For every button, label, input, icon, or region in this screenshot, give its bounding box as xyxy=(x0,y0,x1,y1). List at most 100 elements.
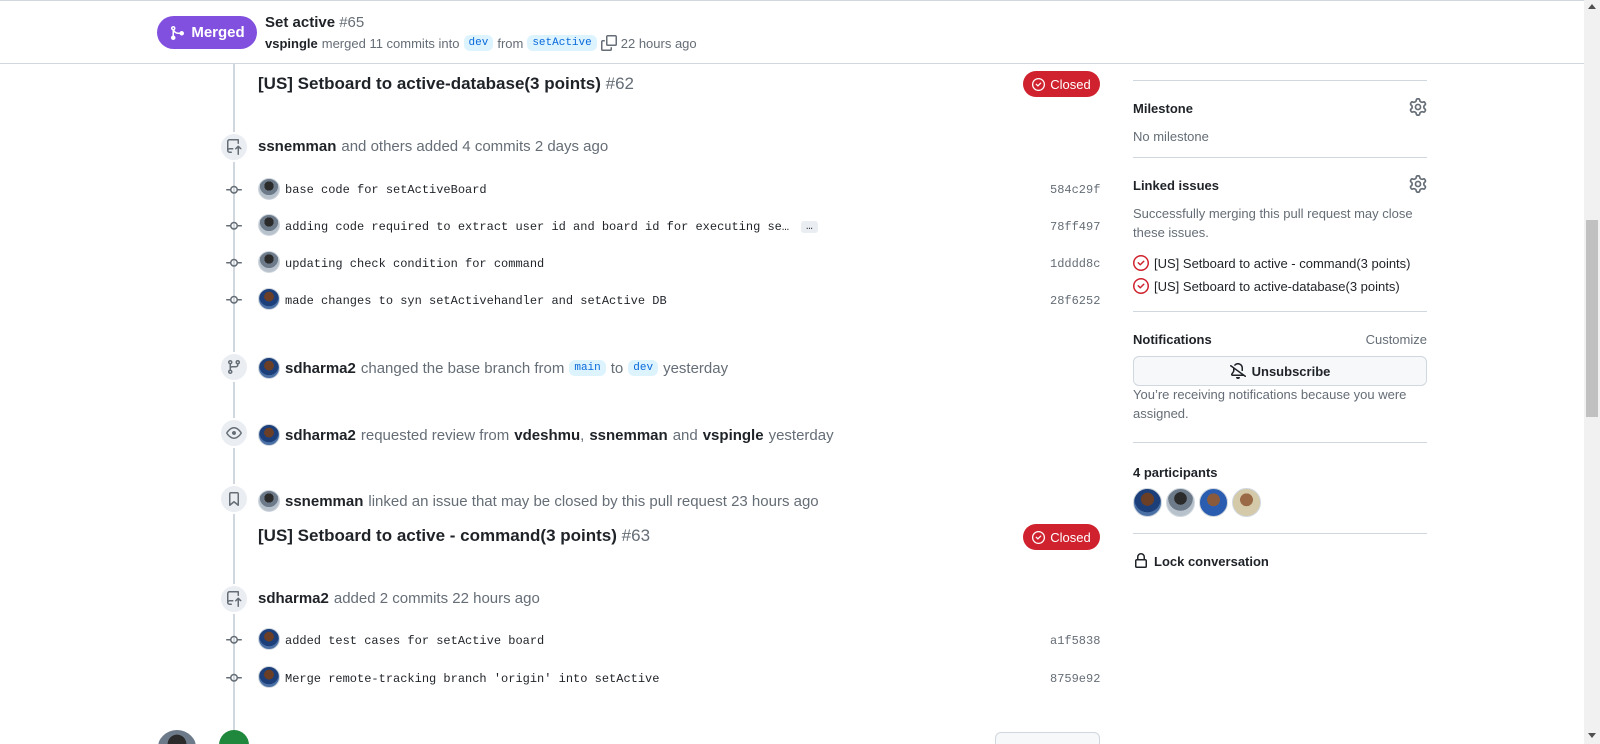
notifications-description: You’re receiving notifications because y… xyxy=(1133,387,1407,421)
participant-avatar[interactable] xyxy=(1232,488,1261,517)
commit-message-row: adding code required to extract user id … xyxy=(285,220,818,234)
milestone-heading[interactable]: Milestone xyxy=(1133,101,1193,116)
participant-avatar[interactable] xyxy=(1133,488,1162,517)
link-issue-event: ssnemman linked an issue that may be clo… xyxy=(258,490,819,512)
pr-merge-summary: vspingle merged 11 commits into dev from… xyxy=(265,35,697,51)
commit-sha[interactable]: a1f5838 xyxy=(1050,634,1100,648)
linked-issue-item[interactable]: [US] Setboard to active-database(3 point… xyxy=(1133,278,1400,294)
lock-icon xyxy=(1135,553,1147,568)
pr-number: #65 xyxy=(339,14,365,31)
from-branch[interactable]: main xyxy=(569,360,606,376)
scroll-down-arrow-icon[interactable] xyxy=(1588,733,1596,738)
event-time[interactable]: yesterday xyxy=(769,427,834,444)
git-branch-icon xyxy=(219,352,249,382)
unsubscribe-button[interactable]: Unsubscribe xyxy=(1133,356,1427,386)
closed-status-badge: Closed xyxy=(1023,71,1100,97)
commit-sha[interactable]: 1dddd8c xyxy=(1050,257,1100,271)
git-commit-icon xyxy=(226,221,242,230)
avatar[interactable] xyxy=(157,730,197,744)
closed-label: Closed xyxy=(1050,76,1091,92)
commit-message[interactable]: made changes to syn setActivehandler and… xyxy=(285,294,667,308)
and-text: and xyxy=(672,426,698,444)
avatar[interactable] xyxy=(258,251,280,273)
avatar[interactable] xyxy=(258,178,280,200)
linked-issue-item[interactable]: [US] Setboard to active - command(3 poin… xyxy=(1133,255,1411,271)
linked-issue-title-2[interactable]: [US] Setboard to active - command(3 poin… xyxy=(258,526,650,546)
merged-by-user[interactable]: vspingle xyxy=(265,36,318,51)
avatar[interactable] xyxy=(258,214,280,236)
commit-message[interactable]: Merge remote-tracking branch 'origin' in… xyxy=(285,672,659,686)
divider xyxy=(1133,442,1427,443)
commits-event-1: ssnemman and others added 4 commits 2 da… xyxy=(258,138,608,155)
commit-message[interactable]: updating check condition for command xyxy=(285,257,544,271)
commit-sha[interactable]: 584c29f xyxy=(1050,183,1100,197)
vertical-scrollbar[interactable] xyxy=(1584,0,1600,744)
pr-title-text: Set active xyxy=(265,14,336,31)
scroll-up-arrow-icon[interactable] xyxy=(1588,4,1596,9)
avatar[interactable] xyxy=(258,288,280,310)
commit-message[interactable]: base code for setActiveBoard xyxy=(285,183,487,197)
closed-issue-icon xyxy=(1032,530,1046,544)
issue-title-text[interactable]: [US] Setboard to active-database(3 point… xyxy=(258,74,601,93)
repo-push-icon xyxy=(219,132,249,162)
pr-title: Set active #65 xyxy=(265,14,364,31)
closed-status-badge: Closed xyxy=(1023,524,1100,550)
event-user[interactable]: ssnemman xyxy=(258,138,336,155)
linked-issue-label[interactable]: [US] Setboard to active-database(3 point… xyxy=(1154,279,1400,294)
sticky-pr-header: Merged Set active #65 vspingle merged 11… xyxy=(0,0,1584,64)
avatar[interactable] xyxy=(258,666,280,688)
gear-icon[interactable] xyxy=(1409,175,1427,193)
avatar[interactable] xyxy=(258,357,280,379)
scrollbar-thumb[interactable] xyxy=(1586,220,1598,417)
commit-sha[interactable]: 78ff497 xyxy=(1050,220,1100,234)
head-branch[interactable]: setActive xyxy=(527,35,597,51)
participants-heading: 4 participants xyxy=(1133,465,1218,480)
event-text: added 2 commits 22 hours ago xyxy=(333,590,540,607)
from-text: from xyxy=(497,35,524,51)
avatar[interactable] xyxy=(258,490,280,512)
reviewer-1[interactable]: vdeshmu xyxy=(514,427,580,444)
event-user[interactable]: sdharma2 xyxy=(258,590,329,607)
linked-issues-description: Successfully merging this pull request m… xyxy=(1133,206,1413,240)
base-branch[interactable]: dev xyxy=(463,35,494,51)
divider xyxy=(1133,80,1427,81)
commit-message[interactable]: added test cases for setActive board xyxy=(285,634,544,648)
merged-label: Merged xyxy=(191,24,245,41)
commit-sha[interactable]: 8759e92 xyxy=(1050,672,1100,686)
commits-event-2: sdharma2 added 2 commits 22 hours ago xyxy=(258,590,540,607)
event-time[interactable]: yesterday xyxy=(663,360,728,377)
issue-title-text[interactable]: [US] Setboard to active - command(3 poin… xyxy=(258,526,617,545)
unsubscribe-label[interactable]: Unsubscribe xyxy=(1252,364,1331,379)
event-text: changed the base branch from xyxy=(360,359,565,377)
avatar[interactable] xyxy=(258,628,280,650)
issue-number: #63 xyxy=(621,526,651,545)
linked-issue-title-1[interactable]: [US] Setboard to active-database(3 point… xyxy=(258,74,634,94)
lock-conversation-button[interactable]: Lock conversation xyxy=(1133,553,1269,569)
participant-avatar[interactable] xyxy=(1199,488,1228,517)
bookmark-icon xyxy=(219,484,249,514)
reviewer-2[interactable]: ssnemman xyxy=(589,427,667,444)
git-commit-icon xyxy=(226,673,242,682)
divider xyxy=(1133,311,1427,312)
view-details-button[interactable] xyxy=(995,732,1100,744)
lock-label[interactable]: Lock conversation xyxy=(1154,554,1269,569)
to-branch[interactable]: dev xyxy=(628,360,659,376)
customize-link[interactable]: Customize xyxy=(1366,332,1427,347)
reviewer-3[interactable]: vspingle xyxy=(703,427,764,444)
event-user[interactable]: sdharma2 xyxy=(285,360,356,377)
event-user[interactable]: ssnemman xyxy=(285,493,363,510)
avatar[interactable] xyxy=(258,424,280,446)
linked-issues-heading[interactable]: Linked issues xyxy=(1133,178,1219,193)
participant-avatar[interactable] xyxy=(1166,488,1195,517)
expand-commit-button[interactable]: … xyxy=(801,220,818,233)
event-text: linked an issue that may be closed by th… xyxy=(368,492,819,510)
git-commit-icon xyxy=(226,635,242,644)
copy-icon[interactable] xyxy=(600,35,617,51)
issue-number: #62 xyxy=(605,74,634,93)
commit-message[interactable]: adding code required to extract user id … xyxy=(285,220,789,234)
commit-sha[interactable]: 28f6252 xyxy=(1050,294,1100,308)
linked-issue-label[interactable]: [US] Setboard to active - command(3 poin… xyxy=(1154,256,1411,271)
event-user[interactable]: sdharma2 xyxy=(285,427,356,444)
git-commit-icon xyxy=(226,258,242,267)
gear-icon[interactable] xyxy=(1409,98,1427,116)
